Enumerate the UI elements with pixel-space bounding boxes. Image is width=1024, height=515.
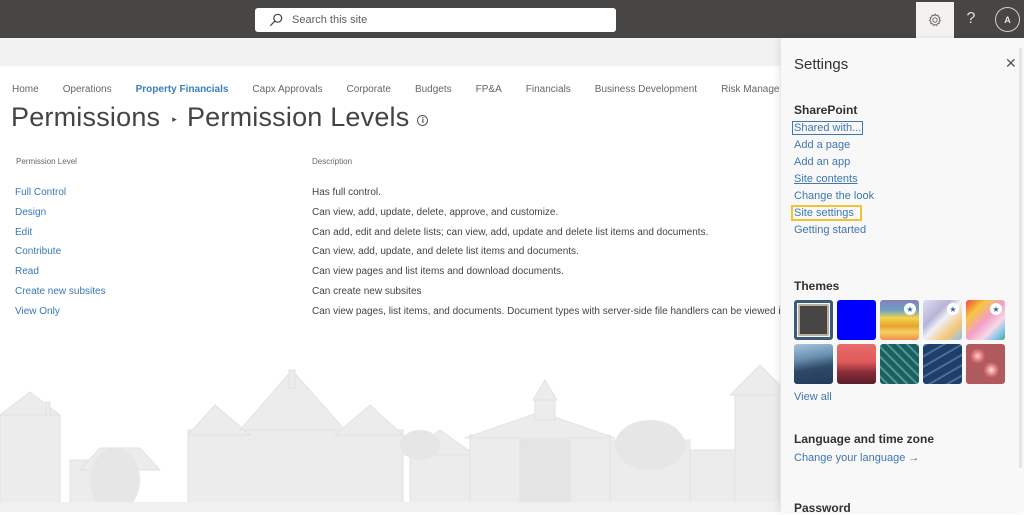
permission-description: Can view, add, update, and delete list i… [312,246,579,258]
theme-bokeh[interactable] [966,344,1005,384]
view-all-themes-link[interactable]: View all [794,391,832,403]
theme-unicorn[interactable]: ★ [966,300,1005,340]
table-row: Create new subsites Can create new subsit… [0,286,780,306]
theme-blueprint[interactable] [923,344,962,384]
permission-level-link[interactable]: Full Control [15,187,66,198]
nav-item-operations[interactable]: Operations [63,84,112,95]
avatar-initial: A [1004,14,1011,25]
permission-level-link[interactable]: Read [15,266,39,277]
permission-description: Can view pages and list items and downlo… [312,266,564,278]
permission-description: Can create new subsites [312,285,422,297]
theme-rainbow-stripes[interactable]: ★ [880,300,919,340]
nav-item-budgets[interactable]: Budgets [415,84,452,95]
language-heading: Language and time zone [794,432,935,446]
star-icon: ★ [947,303,959,315]
settings-button[interactable] [916,2,954,38]
theme-dark-gray[interactable] [794,300,833,340]
star-icon: ★ [990,303,1002,315]
table-row: Contribute Can view, add, update, and del… [0,246,780,266]
nav-item-fpa[interactable]: FP&A [476,84,502,95]
page-title: Permissions ▸ Permission Levels i [11,102,429,133]
themes-heading: Themes [794,279,840,293]
help-button[interactable]: ? [958,4,984,34]
themes-grid: ★ ★ ★ [794,300,1005,384]
nav-item-capx-approvals[interactable]: Capx Approvals [252,84,322,95]
permission-description: Has full control. [312,187,381,198]
theme-pastel-waves[interactable]: ★ [923,300,962,340]
permission-level-link[interactable]: Design [15,207,46,218]
avatar[interactable]: A [995,7,1020,32]
theme-blue[interactable] [837,300,876,340]
permission-description: Can view, add, update, delete, approve, … [312,206,559,218]
getting-started-link[interactable]: Getting started [794,224,866,236]
close-icon[interactable]: ✕ [1005,55,1017,72]
table-row: Full Control Has full control. [0,187,780,207]
command-band [0,38,780,66]
search-icon [269,13,283,27]
site-contents-link[interactable]: Site contents [794,173,858,185]
column-header-permission-level: Permission Level [16,157,77,166]
table-row: Read Can view pages and list items and do… [0,266,780,286]
permission-description: Can add, edit and delete lists; can view… [312,226,709,238]
help-icon: ? [966,10,976,27]
column-header-description: Description [312,157,353,166]
nav-item-financials[interactable]: Financials [526,84,571,95]
add-a-page-link[interactable]: Add a page [794,139,850,151]
add-an-app-link[interactable]: Add an app [794,156,850,168]
nav-item-risk-management[interactable]: Risk Manageme [721,84,780,95]
panel-scrollbar[interactable] [1019,48,1022,468]
table-row: View Only Can view pages, list items, and… [0,306,780,326]
permission-level-link[interactable]: Contribute [15,246,61,257]
table-row: Design Can view, add, update, delete, app… [0,207,780,227]
permission-levels-table: Full Control Has full control. Design Can … [0,187,780,326]
permission-level-link[interactable]: Edit [15,227,32,238]
breadcrumb-permissions[interactable]: Permissions [11,102,160,133]
nav-item-home[interactable]: Home [12,84,39,95]
site-settings-link[interactable]: Site settings [791,205,862,221]
nav-item-property-financials[interactable]: Property Financials [136,84,229,95]
change-the-look-link[interactable]: Change the look [794,190,874,202]
permission-level-link[interactable]: View Only [15,306,60,317]
nav-item-business-development[interactable]: Business Development [595,84,697,95]
star-icon: ★ [904,303,916,315]
theme-circuit-board[interactable] [880,344,919,384]
settings-panel: Settings ✕ SharePoint Shared with... Add… [780,38,1024,515]
shared-with-link[interactable]: Shared with... [791,121,864,135]
change-language-link[interactable]: Change your language → [794,452,919,464]
password-heading: Password [794,501,851,515]
permission-description: Can view pages, list items, and document… [312,305,780,317]
background-buildings-image [0,364,780,512]
search-input[interactable] [292,14,592,26]
nav-item-corporate[interactable]: Corporate [346,84,390,95]
table-row: Edit Can add, edit and delete lists; can … [0,227,780,247]
settings-title: Settings [794,56,849,73]
theme-palm-sunset[interactable] [837,344,876,384]
search-box[interactable] [255,8,616,32]
theme-mountain-sea[interactable] [794,344,833,384]
suite-bar: ? A [0,0,1024,38]
gear-icon [928,13,942,27]
sharepoint-heading: SharePoint [794,103,858,117]
permission-level-link[interactable]: Create new subsites [15,286,106,297]
breadcrumb-separator-icon: ▸ [172,114,177,124]
top-navigation: Home Operations Property Financials Capx… [12,84,780,95]
info-icon[interactable]: i [417,115,429,126]
breadcrumb-current: Permission Levels [186,102,410,132]
